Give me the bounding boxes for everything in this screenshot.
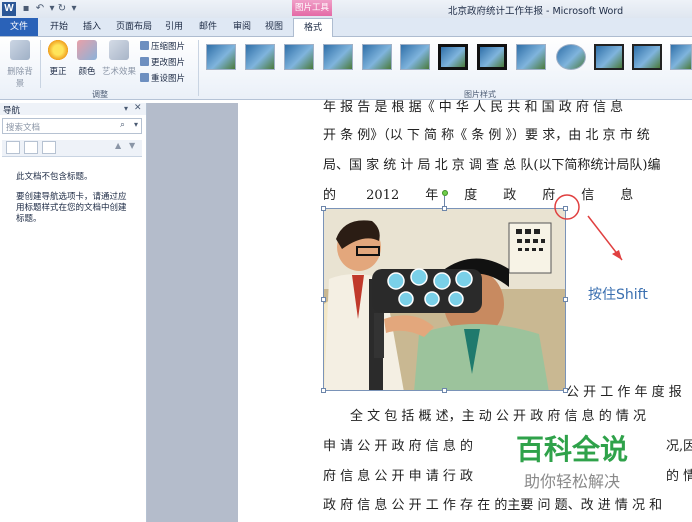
ribbon-separator [198, 40, 199, 96]
reset-picture-icon [140, 73, 149, 82]
artistic-effects-label: 艺术效果 [102, 67, 137, 77]
sun-icon [48, 40, 68, 60]
shift-annotation: 按住Shift [588, 287, 648, 303]
document-line[interactable]: 的 情 [666, 465, 692, 484]
compress-pictures-label: 压缩图片 [151, 42, 186, 52]
pane-menu-icon[interactable]: ▾ [124, 104, 128, 113]
selected-picture[interactable] [323, 208, 566, 391]
navigation-pane [0, 103, 147, 522]
picture-style-thumb[interactable] [284, 44, 314, 70]
annotation-overlay [554, 194, 623, 261]
picture-style-thumb[interactable] [516, 44, 546, 70]
tab-view[interactable]: 视图 [260, 18, 288, 36]
tab-file[interactable]: 文件 [0, 18, 38, 36]
picture-style-thumb[interactable] [362, 44, 392, 70]
remove-background-icon [10, 40, 30, 60]
compress-icon [140, 41, 149, 50]
tab-page-layout[interactable]: 页面布局 [112, 18, 156, 36]
artistic-effects-icon [109, 40, 129, 60]
browse-headings-tab[interactable] [6, 141, 20, 154]
resize-handle[interactable] [321, 206, 326, 211]
window-title: 北京政府统计工作年报 - Microsoft Word [448, 6, 624, 17]
corrections-label: 更正 [49, 67, 67, 77]
picture-style-thumb[interactable] [632, 44, 662, 70]
corrections-button[interactable]: 更正 [46, 40, 70, 88]
tab-home[interactable]: 开始 [44, 18, 74, 36]
search-icon[interactable]: ⌕ [120, 120, 125, 130]
redo-icon[interactable]: ↻ [56, 2, 68, 15]
previous-arrow-icon[interactable]: ▲ [115, 141, 121, 150]
resize-handle[interactable] [442, 388, 447, 393]
resize-handle[interactable] [321, 297, 326, 302]
picture-style-thumb[interactable] [594, 44, 624, 70]
watermark-title: 百科全说 [516, 433, 629, 466]
change-picture-icon [140, 57, 149, 66]
document-line[interactable]: 公 开 工 作 年 度 报 [566, 381, 692, 400]
picture-style-thumb[interactable] [206, 44, 236, 70]
navigation-pane-title: 导航 [3, 106, 21, 116]
next-arrow-icon[interactable]: ▼ [129, 141, 135, 150]
adjust-group-label: 调整 [92, 90, 108, 99]
eye-exam-clipart [324, 209, 565, 390]
resize-handle[interactable] [563, 388, 568, 393]
browse-results-tab[interactable] [42, 141, 56, 154]
tab-mailings[interactable]: 邮件 [194, 18, 222, 36]
picture-style-thumb[interactable] [245, 44, 275, 70]
tab-insert[interactable]: 插入 [78, 18, 106, 36]
document-line[interactable]: 府 信 息 公 开 申 请 行 政 [323, 465, 513, 484]
document-line[interactable]: 局、国 家 统 计 局 北 京 调 查 总 队(以下简称统计局队)编 [323, 154, 692, 173]
browse-pages-tab[interactable] [24, 141, 38, 154]
save-icon[interactable]: ▪ [20, 2, 32, 15]
picture-style-thumb[interactable] [556, 44, 586, 70]
document-line[interactable]: 政 府 信 息 公 开 工 作 存 在 的主要 问 题、改 进 情 况 和 [323, 494, 692, 513]
change-picture-label: 更改图片 [151, 58, 186, 68]
close-icon[interactable]: ✕ [134, 103, 142, 113]
resize-handle[interactable] [442, 206, 447, 211]
customize-toolbar-icon[interactable]: ▾ [68, 2, 80, 15]
word-app-icon[interactable]: W [2, 2, 16, 16]
tab-format[interactable]: 格式 [293, 18, 333, 37]
undo-icon[interactable]: ↶ [34, 2, 46, 15]
reset-picture-label: 重设图片 [151, 74, 186, 84]
navigation-hint: 要创建导航选项卡，请通过应用标题样式在您的文档中创建标题。 [16, 192, 127, 224]
search-options-icon[interactable]: ▾ [134, 120, 138, 129]
picture-style-thumb[interactable] [670, 44, 692, 70]
remove-background-button[interactable]: 删除背景 [4, 40, 36, 89]
color-button[interactable]: 颜色 [74, 40, 100, 88]
color-icon [77, 40, 97, 60]
picture-style-thumb[interactable] [438, 44, 468, 70]
reset-picture-button[interactable]: 重设图片 [140, 72, 185, 84]
resize-handle[interactable] [321, 388, 326, 393]
tab-review[interactable]: 审阅 [228, 18, 256, 36]
resize-handle[interactable] [563, 297, 568, 302]
search-placeholder: 搜索文档 [6, 123, 41, 133]
picture-tools-header: 图片工具 [292, 0, 332, 16]
ribbon-separator [40, 40, 41, 88]
tab-references[interactable]: 引用 [160, 18, 188, 36]
document-line[interactable]: 年 报 告 是 根 据《 中 华 人 民 共 和 国 政 府 信 息 [323, 96, 692, 115]
picture-style-thumb[interactable] [477, 44, 507, 70]
rotate-handle-stem [444, 196, 445, 206]
color-label: 颜色 [78, 67, 96, 77]
document-line[interactable]: 全 文 包 括 概 述，主 动 公 开 政 府 信 息 的 情 况 [350, 405, 692, 424]
remove-background-label: 删除背景 [7, 67, 33, 89]
picture-style-thumb[interactable] [400, 44, 430, 70]
artistic-effects-button[interactable]: 艺术效果 [102, 40, 136, 88]
compress-pictures-button[interactable]: 压缩图片 [140, 40, 185, 52]
no-headings-message: 此文档不包含标题。 [16, 172, 93, 182]
rotate-handle[interactable] [442, 190, 448, 196]
document-line[interactable]: 开 条 例》（以 下 简 称《 条 例 》）要 求，由 北 京 市 统 [323, 124, 692, 143]
document-line[interactable]: 况,因 [666, 435, 692, 454]
picture-style-thumb[interactable] [323, 44, 353, 70]
document-line[interactable]: 申 请 公 开 政 府 信 息 的 [323, 435, 503, 454]
change-picture-button[interactable]: 更改图片 [140, 56, 185, 68]
watermark-subtitle: 助你轻松解决 [524, 472, 621, 491]
